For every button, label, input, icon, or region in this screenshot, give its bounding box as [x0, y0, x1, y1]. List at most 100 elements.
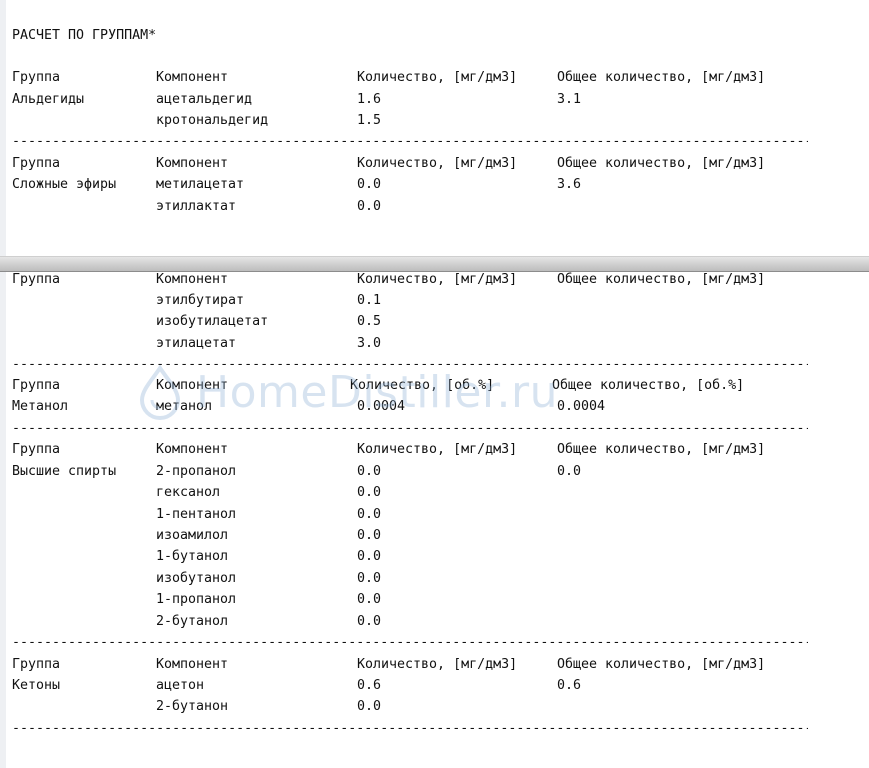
group-name: Сложные эфиры: [12, 177, 117, 192]
component-header: Компонент: [156, 272, 229, 287]
group-name: Метанол: [12, 399, 69, 414]
total-header: Общее количество, [мг/дм3]: [557, 442, 766, 457]
component-header: Компонент: [156, 657, 229, 672]
report-panel-bottom: Группа Компонент Количество, [мг/дм3] Об…: [0, 272, 869, 768]
table-row: Сложные эфиры метилацетат 0.0 3.6: [6, 177, 581, 198]
aldehydes-header-row: Группа Компонент Количество, [мг/дм3] Об…: [6, 70, 765, 91]
total-header: Общее количество, [об.%]: [552, 378, 745, 393]
component-qty: 0.0: [357, 199, 382, 214]
component-name: метилацетат: [156, 177, 245, 192]
component-qty: 0.1: [357, 293, 382, 308]
component-name: 1-пропанол: [156, 592, 237, 607]
component-qty: 0.0: [357, 699, 382, 714]
component-header: Компонент: [156, 70, 229, 85]
component-qty: 0.0004: [357, 399, 406, 414]
component-name: изобутанол: [156, 571, 237, 586]
component-name: кротональдегид: [156, 113, 269, 128]
group-total: 0.0: [557, 464, 582, 479]
group-name: Высшие спирты: [12, 464, 117, 479]
component-name: изобутилацетат: [156, 314, 269, 329]
report-title: РАСЧЕТ ПО ГРУППАМ*: [12, 28, 157, 43]
component-header: Компонент: [156, 378, 229, 393]
component-qty: 0.0: [357, 614, 382, 629]
table-row: 2-бутанол 0.0: [6, 614, 381, 635]
component-qty: 0.0: [357, 507, 382, 522]
component-qty: 1.6: [357, 92, 382, 107]
total-header: Общее количество, [мг/дм3]: [557, 272, 766, 287]
component-name: гексанол: [156, 485, 221, 500]
separator-line: ----------------------------------------…: [12, 635, 808, 650]
report-title-line: РАСЧЕТ ПО ГРУППАМ*: [6, 28, 156, 49]
component-name: этилацетат: [156, 336, 237, 351]
qty-header: Количество, [мг/дм3]: [357, 272, 518, 287]
table-row: изобутанол 0.0: [6, 571, 381, 592]
component-name: ацетальдегид: [156, 92, 253, 107]
component-name: 2-бутанол: [156, 614, 229, 629]
component-name: этиллактат: [156, 199, 237, 214]
component-qty: 0.0: [357, 571, 382, 586]
group-total: 3.6: [557, 177, 582, 192]
table-row: 2-бутанон 0.0: [6, 699, 381, 720]
component-name: этилбутират: [156, 293, 245, 308]
table-row: изобутилацетат 0.5: [6, 314, 381, 335]
component-name: 1-пентанол: [156, 507, 237, 522]
component-qty: 0.0: [357, 549, 382, 564]
esters-cont-header-row: Группа Компонент Количество, [мг/дм3] Об…: [6, 272, 765, 293]
table-row: Метанол метанол 0.0004 0.0004: [6, 399, 605, 420]
separator-line: ----------------------------------------…: [12, 357, 808, 372]
ketones-header-row: Группа Компонент Количество, [мг/дм3] Об…: [6, 657, 765, 678]
component-qty: 0.5: [357, 314, 382, 329]
total-header: Общее количество, [мг/дм3]: [557, 70, 766, 85]
table-row: этиллактат 0.0: [6, 199, 381, 220]
table-row: 1-бутанол 0.0: [6, 549, 381, 570]
table-row: изоамилол 0.0: [6, 528, 381, 549]
group-header: Группа: [12, 156, 61, 171]
group-total: 0.6: [557, 678, 582, 693]
separator-line: ----------------------------------------…: [12, 134, 808, 149]
separator-line: ----------------------------------------…: [12, 421, 808, 436]
total-header: Общее количество, [мг/дм3]: [557, 657, 766, 672]
report-panel-top: РАСЧЕТ ПО ГРУППАМ* Группа Компонент Коли…: [0, 0, 869, 256]
component-qty: 0.0: [357, 485, 382, 500]
component-name: ацетон: [156, 678, 205, 693]
qty-header: Количество, [мг/дм3]: [357, 657, 518, 672]
window-split-bar[interactable]: [0, 256, 869, 272]
group-name: Кетоны: [12, 678, 61, 693]
component-name: метанол: [156, 399, 213, 414]
component-name: 2-пропанол: [156, 464, 237, 479]
group-total: 3.1: [557, 92, 582, 107]
group-header: Группа: [12, 272, 61, 287]
component-qty: 0.0: [357, 528, 382, 543]
group-name: Альдегиды: [12, 92, 85, 107]
higher-alcohols-header-row: Группа Компонент Количество, [мг/дм3] Об…: [6, 442, 765, 463]
table-row: 1-пропанол 0.0: [6, 592, 381, 613]
group-header: Группа: [12, 657, 61, 672]
table-row: гексанол 0.0: [6, 485, 381, 506]
component-name: изоамилол: [156, 528, 229, 543]
table-row: этилацетат 3.0: [6, 336, 381, 357]
total-header: Общее количество, [мг/дм3]: [557, 156, 766, 171]
component-name: 2-бутанон: [156, 699, 229, 714]
qty-header: Количество, [об.%]: [350, 378, 495, 393]
table-row: кротональдегид 1.5: [6, 113, 381, 134]
component-qty: 0.0: [357, 464, 382, 479]
component-qty: 0.6: [357, 678, 382, 693]
separator-line: ----------------------------------------…: [12, 721, 808, 736]
component-qty: 0.0: [357, 592, 382, 607]
table-row: Альдегиды ацетальдегид 1.6 3.1: [6, 92, 581, 113]
esters-header-row: Группа Компонент Количество, [мг/дм3] Об…: [6, 156, 765, 177]
component-qty: 1.5: [357, 113, 382, 128]
component-qty: 3.0: [357, 336, 382, 351]
table-row: Высшие спирты 2-пропанол 0.0 0.0: [6, 464, 581, 485]
table-row: этилбутират 0.1: [6, 293, 381, 314]
component-qty: 0.0: [357, 177, 382, 192]
group-header: Группа: [12, 442, 61, 457]
methanol-header-row: Группа Компонент Количество, [об.%] Обще…: [6, 378, 744, 399]
table-row: 1-пентанол 0.0: [6, 507, 381, 528]
component-header: Компонент: [156, 156, 229, 171]
qty-header: Количество, [мг/дм3]: [357, 442, 518, 457]
group-total: 0.0004: [557, 399, 606, 414]
component-header: Компонент: [156, 442, 229, 457]
qty-header: Количество, [мг/дм3]: [357, 70, 518, 85]
group-header: Группа: [12, 378, 61, 393]
